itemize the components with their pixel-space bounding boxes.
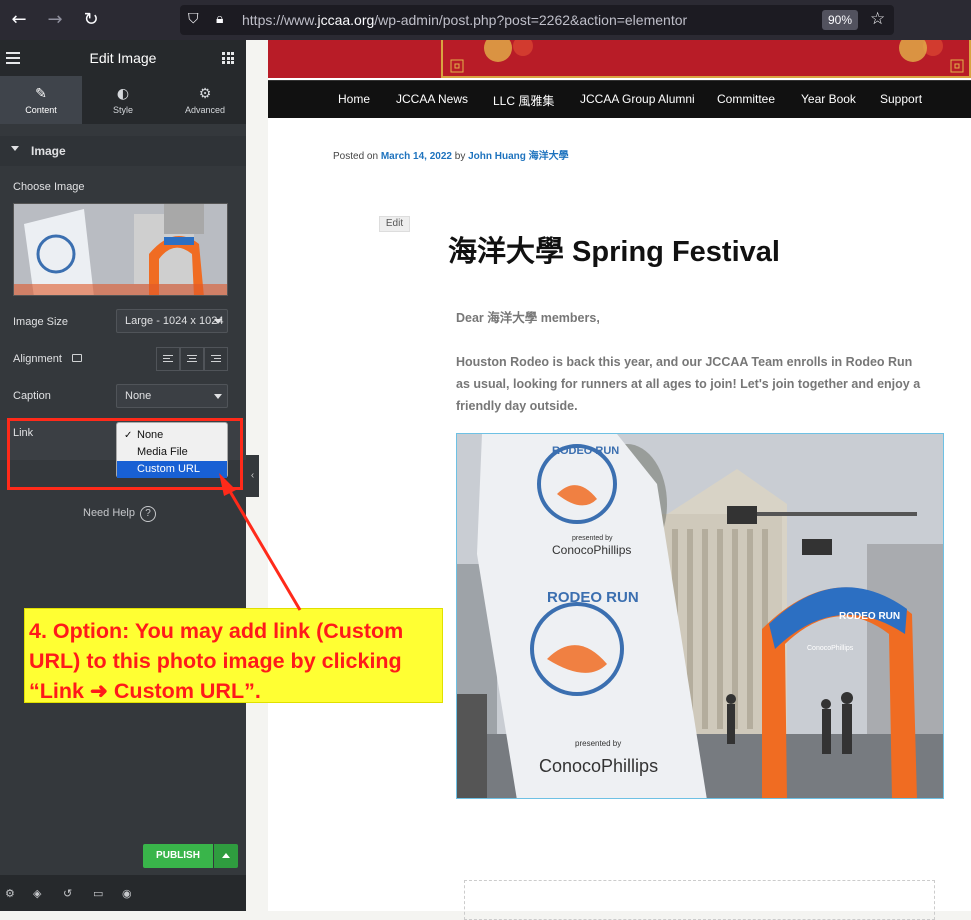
forward-icon[interactable]: → [43, 8, 67, 32]
widgets-grid-icon[interactable] [222, 52, 234, 64]
back-icon[interactable]: ← [7, 8, 31, 32]
post-title: 海洋大學 Spring Festival [448, 236, 780, 268]
need-help-link[interactable]: Need Help? [83, 506, 156, 522]
monitor-icon[interactable] [72, 354, 82, 362]
author-link[interactable]: John Huang 海洋大學 [468, 151, 569, 162]
photo-text: presented by [572, 535, 613, 542]
highlight-box [7, 418, 243, 490]
chevron-down-icon [214, 394, 222, 399]
post-photo[interactable]: RODEO RUN presented by ConocoPhillips RO… [456, 433, 944, 799]
preview-eye-icon[interactable]: ◉ [122, 887, 132, 900]
photo-text: RODEO RUN [839, 611, 900, 622]
url-text[interactable]: https://www.jccaa.org/wp-admin/post.php?… [242, 12, 687, 28]
history-icon[interactable]: ↺ [63, 887, 72, 900]
chevron-down-icon [214, 319, 222, 324]
site-banner [268, 34, 971, 80]
site-navigation: Home JCCAA News LLC 風雅集 JCCAA Group Alum… [268, 80, 971, 118]
publish-button[interactable]: PUBLISH [143, 844, 213, 868]
nav-llc[interactable]: LLC 風雅集 [493, 92, 554, 109]
caption-select[interactable]: None [116, 384, 228, 408]
image-size-label: Image Size [13, 316, 69, 328]
contrast-icon: ◐ [116, 86, 130, 102]
image-thumbnail[interactable] [13, 203, 228, 296]
section-image-toggle[interactable]: Image [0, 136, 246, 166]
publish-options-button[interactable] [214, 844, 238, 868]
nav-home[interactable]: Home [338, 92, 370, 106]
align-right-button[interactable] [204, 347, 228, 371]
tab-advanced[interactable]: ⚙ Advanced [164, 76, 246, 124]
settings-icon[interactable]: ⚙ [5, 887, 15, 900]
photo-text: ConocoPhillips [552, 543, 631, 557]
panel-header: Edit Image [0, 40, 246, 76]
photo-text: presented by [575, 739, 621, 748]
post-date-link[interactable]: March 14, 2022 [381, 151, 452, 162]
responsive-icon[interactable]: ▭ [93, 887, 103, 900]
align-left-button[interactable] [156, 347, 180, 371]
greeting-text: Dear 海洋大學 members, [456, 311, 600, 325]
question-icon: ? [139, 506, 156, 522]
align-center-button[interactable] [180, 347, 204, 371]
lock-icon[interactable]: 🔒︎ [216, 11, 223, 27]
browser-toolbar: ← → ↻ ⛉ 🔒︎ https://www.jccaa.org/wp-admi… [0, 0, 971, 40]
panel-title: Edit Image [89, 50, 157, 66]
instruction-callout: 4. Option: You may add link (Custom URL)… [24, 608, 443, 703]
shield-icon[interactable]: ⛉ [188, 11, 199, 27]
star-icon[interactable]: ☆ [870, 9, 885, 29]
reload-icon[interactable]: ↻ [79, 8, 103, 32]
photo-text: RODEO RUN [552, 445, 619, 457]
alignment-label: Alignment [13, 353, 62, 365]
photo-text: ConocoPhillips [807, 645, 854, 652]
collapse-panel-button[interactable]: ‹ [246, 455, 259, 497]
elementor-panel: Edit Image ✎ Content ◐ Style ⚙ Advanced … [0, 40, 246, 911]
rodeo-run-photo: RODEO RUN presented by ConocoPhillips RO… [457, 434, 943, 798]
thumbnail-photo [14, 204, 227, 295]
panel-footer: ⚙ ◈ ↺ ▭ ◉ [0, 875, 246, 911]
caret-down-icon [11, 146, 19, 151]
nav-committee[interactable]: Committee [717, 92, 775, 106]
nav-jccaa-news[interactable]: JCCAA News [396, 92, 468, 106]
nav-support[interactable]: Support [880, 92, 922, 106]
nav-year-book[interactable]: Year Book [801, 92, 856, 106]
pencil-icon: ✎ [35, 86, 47, 102]
caption-label: Caption [13, 390, 51, 402]
banner-ornament [450, 34, 964, 73]
tab-content[interactable]: ✎ Content [0, 76, 82, 124]
address-bar[interactable]: ⛉ 🔒︎ https://www.jccaa.org/wp-admin/post… [180, 5, 894, 35]
panel-tabs: ✎ Content ◐ Style ⚙ Advanced [0, 76, 246, 124]
gear-icon: ⚙ [198, 86, 212, 102]
image-size-select[interactable]: Large - 1024 x 1024 [116, 309, 228, 333]
post-meta: Posted on March 14, 2022 by John Huang 海… [333, 151, 569, 162]
photo-text: RODEO RUN [547, 589, 639, 606]
empty-section-placeholder[interactable] [464, 880, 935, 920]
choose-image-label: Choose Image [13, 181, 85, 193]
tab-style[interactable]: ◐ Style [82, 76, 164, 124]
edit-button[interactable]: Edit [379, 216, 410, 232]
photo-text: ConocoPhillips [539, 756, 658, 776]
body-text: Houston Rodeo is back this year, and our… [456, 355, 921, 413]
layers-icon[interactable]: ◈ [33, 887, 41, 900]
nav-group-alumni[interactable]: JCCAA Group Alumni [580, 92, 695, 106]
caret-up-icon [222, 853, 230, 858]
zoom-level[interactable]: 90% [822, 10, 858, 30]
